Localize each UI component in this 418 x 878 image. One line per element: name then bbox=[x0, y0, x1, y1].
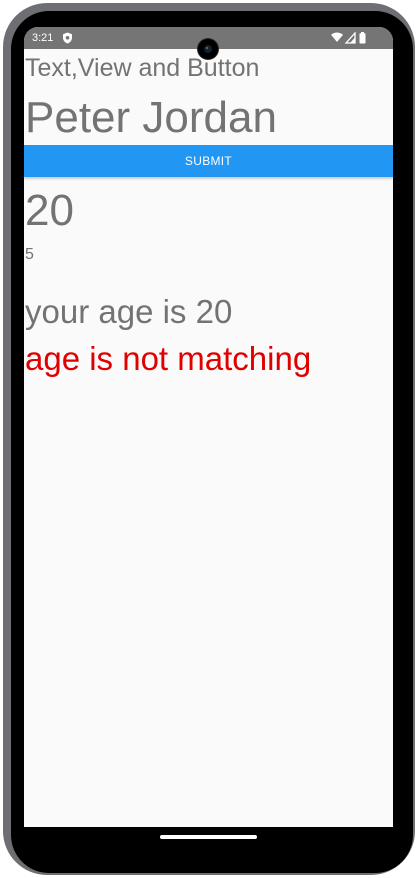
home-indicator[interactable] bbox=[160, 835, 257, 839]
status-icons bbox=[331, 32, 366, 44]
wifi-icon bbox=[331, 32, 343, 42]
shield-icon bbox=[63, 32, 72, 44]
front-camera bbox=[198, 39, 218, 59]
navigation-bar bbox=[24, 827, 393, 831]
name-input[interactable] bbox=[24, 93, 393, 143]
signal-icon bbox=[344, 32, 356, 44]
match-status-text: age is not matching bbox=[25, 340, 312, 377]
phone-device: 3:21 Text,View and Button Peter Jordan S… bbox=[0, 0, 418, 878]
status-time: 3:21 bbox=[32, 32, 54, 44]
battery-icon bbox=[359, 32, 366, 44]
age-result-text: your age is 20 bbox=[25, 293, 233, 330]
small-value-text: 5 bbox=[25, 246, 34, 263]
camera-glint bbox=[206, 47, 208, 49]
app-screen: 3:21 Text,View and Button Peter Jordan S… bbox=[24, 27, 393, 827]
heading-text: Text,View and Button bbox=[25, 54, 260, 82]
submit-button[interactable]: SUBMIT bbox=[24, 145, 393, 177]
age-input[interactable] bbox=[24, 185, 393, 237]
camera-lens bbox=[204, 45, 212, 53]
